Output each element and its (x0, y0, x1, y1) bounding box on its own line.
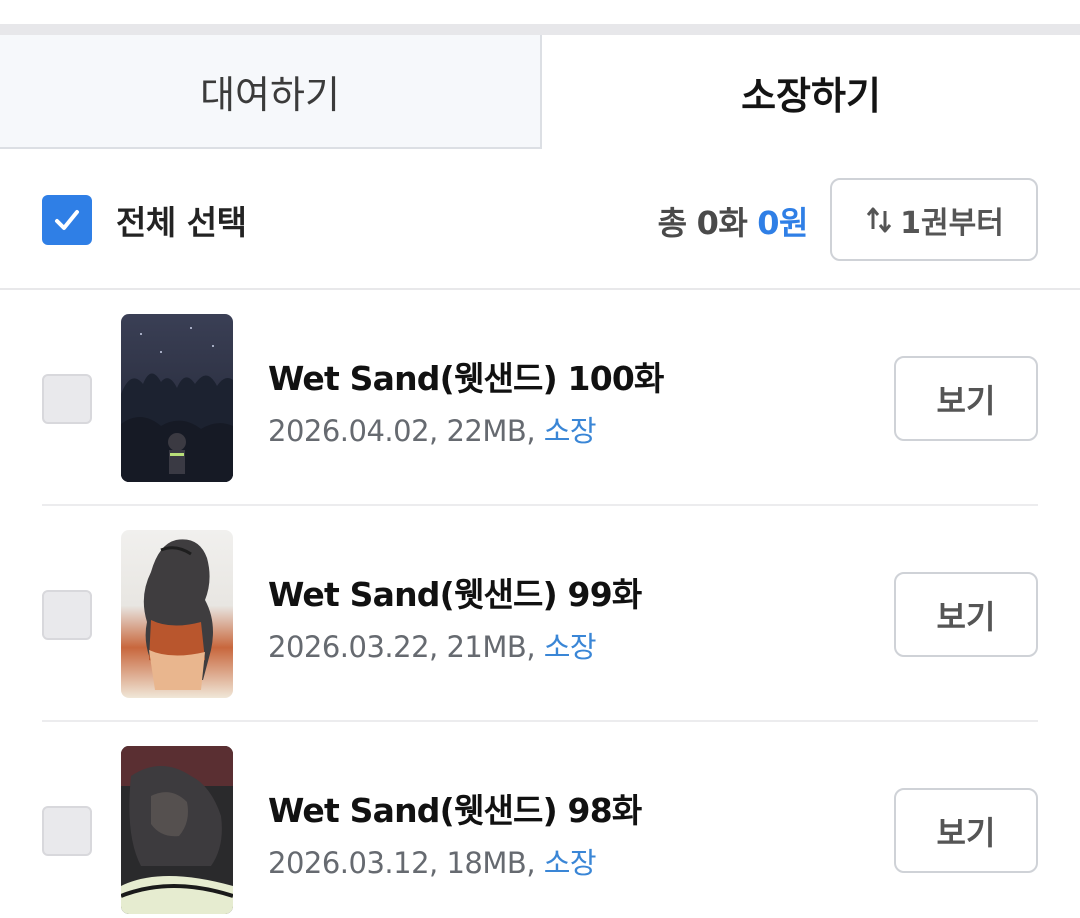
episode-row: Wet Sand(웻샌드) 99화 2026.03.22, 21MB, 소장 보… (0, 506, 1080, 722)
app: 대여하기 소장하기 전체 선택 총 0화 0원 1권부터 Wet Sand(웻샌… (0, 0, 1080, 918)
checkmark-icon (55, 210, 79, 230)
episode-size: 18MB (446, 846, 527, 880)
episode-title[interactable]: Wet Sand(웻샌드) 98화 (268, 784, 642, 832)
episode-meta: 2026.03.12, 18MB, 소장 (268, 846, 597, 880)
episode-date: 2026.04.02 (268, 414, 430, 448)
select-all-checkbox[interactable] (42, 195, 92, 245)
episode-list: Wet Sand(웻샌드) 100화 2026.04.02, 22MB, 소장 … (0, 290, 1080, 918)
episode-size: 21MB (446, 630, 527, 664)
episode-meta: 2026.04.02, 22MB, 소장 (268, 414, 597, 448)
purchase-tabs: 대여하기 소장하기 (0, 35, 1080, 150)
episode-row: Wet Sand(웻샌드) 100화 2026.04.02, 22MB, 소장 … (0, 290, 1080, 506)
episode-date: 2026.03.12 (268, 846, 430, 880)
episode-size: 22MB (446, 414, 527, 448)
sort-label: 1권부터 (900, 205, 1004, 241)
summary-prefix: 총 (657, 204, 687, 242)
select-all-label: 전체 선택 (116, 203, 247, 242)
episode-status: 소장 (543, 846, 597, 880)
selection-summary: 총 0화 0원 (657, 198, 809, 244)
sort-arrows-icon (867, 207, 892, 232)
selection-toolbar: 전체 선택 총 0화 0원 1권부터 (0, 150, 1080, 290)
tab-rent[interactable]: 대여하기 (0, 35, 542, 149)
episode-thumbnail[interactable] (121, 314, 233, 482)
view-button[interactable]: 보기 (894, 356, 1038, 441)
top-strip (0, 0, 1080, 24)
episode-title[interactable]: Wet Sand(웻샌드) 99화 (268, 568, 642, 616)
episode-date: 2026.03.22 (268, 630, 430, 664)
episode-meta: 2026.03.22, 21MB, 소장 (268, 630, 597, 664)
summary-count: 0화 (696, 204, 748, 242)
episode-title[interactable]: Wet Sand(웻샌드) 100화 (268, 352, 664, 400)
episode-thumbnail[interactable] (121, 530, 233, 698)
episode-checkbox[interactable] (42, 590, 92, 640)
episode-checkbox[interactable] (42, 374, 92, 424)
episode-thumbnail[interactable] (121, 746, 233, 914)
episode-status: 소장 (543, 414, 597, 448)
tab-own[interactable]: 소장하기 (542, 35, 1080, 149)
top-divider (0, 24, 1080, 35)
sort-button[interactable]: 1권부터 (830, 178, 1038, 261)
episode-status: 소장 (543, 630, 597, 664)
episode-checkbox[interactable] (42, 806, 92, 856)
summary-price: 0원 (757, 204, 808, 242)
select-all-control[interactable]: 전체 선택 (42, 195, 247, 245)
view-button[interactable]: 보기 (894, 572, 1038, 657)
episode-row: Wet Sand(웻샌드) 98화 2026.03.12, 18MB, 소장 보… (0, 722, 1080, 918)
view-button[interactable]: 보기 (894, 788, 1038, 873)
